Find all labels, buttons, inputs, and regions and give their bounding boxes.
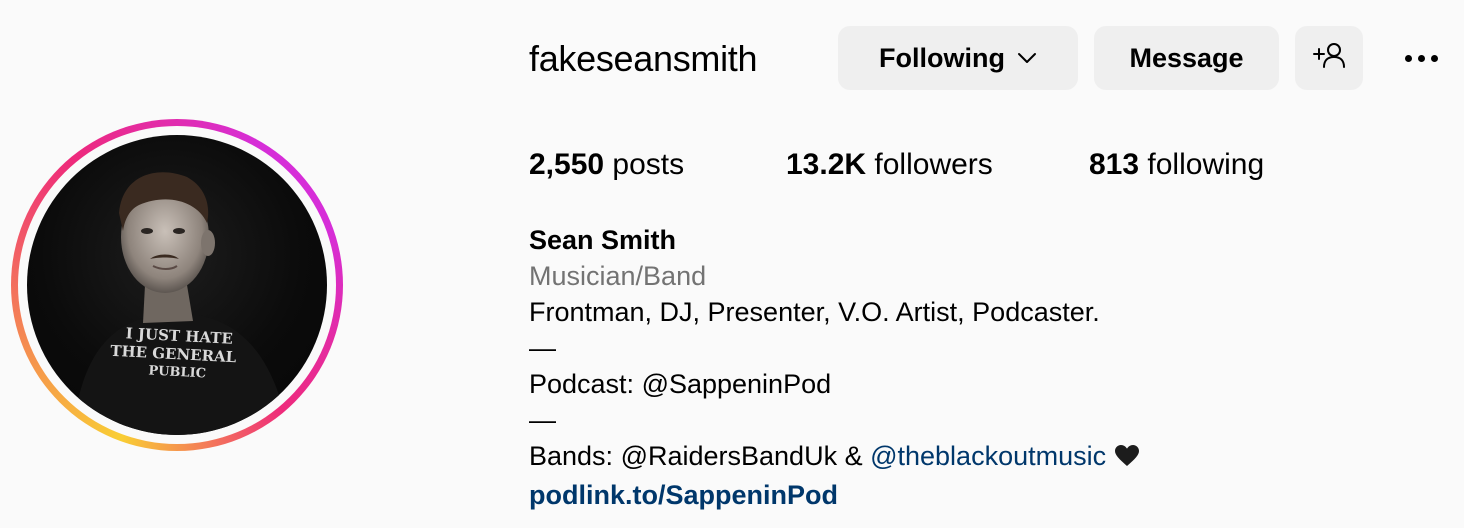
bio-divider: — — [529, 333, 556, 363]
bio-line-podcast: Podcast: @SappeninPod — [529, 366, 1140, 402]
following-label: following — [1147, 148, 1265, 181]
avatar: I JUST HATE THE GENERAL PUBLIC — [27, 135, 327, 435]
following-count: 813 — [1089, 148, 1140, 181]
bio-divider: — — [529, 405, 556, 435]
following-link[interactable]: 813 following — [1089, 146, 1264, 184]
bands-joiner: & — [837, 441, 871, 471]
profile-category: Musician/Band — [529, 261, 707, 291]
suggested-accounts-button[interactable] — [1295, 26, 1363, 90]
bio-line-roles: Frontman, DJ, Presenter, V.O. Artist, Po… — [529, 297, 1100, 327]
message-button[interactable]: Message — [1094, 26, 1279, 90]
profile-avatar-story-ring[interactable]: I JUST HATE THE GENERAL PUBLIC — [11, 119, 343, 451]
posts-count-stat: 2,550 posts — [529, 146, 684, 184]
profile-username: fakeseansmith — [529, 38, 758, 79]
person-add-icon — [1312, 41, 1346, 76]
followers-count: 13.2K — [786, 148, 867, 181]
following-button[interactable]: Following — [838, 26, 1078, 90]
raiders-band-mention[interactable]: @RaidersBandUk — [621, 441, 838, 471]
profile-bio: Sean Smith Musician/Band Frontman, DJ, P… — [529, 222, 1140, 513]
black-heart-icon — [1114, 441, 1140, 477]
followers-link[interactable]: 13.2K followers — [786, 146, 993, 184]
more-options-button[interactable] — [1398, 40, 1444, 76]
profile-full-name: Sean Smith — [529, 225, 677, 255]
bio-line-bands: Bands: @RaidersBandUk & @theblackoutmusi… — [529, 438, 1140, 477]
chevron-down-icon — [1017, 52, 1037, 64]
external-link[interactable]: podlink.to/SappeninPod — [529, 477, 1140, 513]
posts-label: posts — [612, 148, 685, 181]
bands-prefix: Bands: — [529, 441, 621, 471]
more-horizontal-icon — [1402, 54, 1441, 62]
message-button-label: Message — [1129, 42, 1244, 73]
podcast-mention[interactable]: @SappeninPod — [642, 369, 832, 399]
profile-page: I JUST HATE THE GENERAL PUBLIC fakeseans… — [0, 0, 1464, 528]
shirt-text-line-3: PUBLIC — [148, 364, 206, 382]
posts-count: 2,550 — [529, 148, 605, 181]
blackout-music-mention[interactable]: @theblackoutmusic — [870, 441, 1106, 471]
avatar-photo-illustration: I JUST HATE THE GENERAL PUBLIC — [72, 172, 289, 435]
podcast-prefix: Podcast: — [529, 369, 642, 399]
avatar-ring-gap: I JUST HATE THE GENERAL PUBLIC — [18, 126, 336, 444]
following-button-label: Following — [879, 42, 1005, 73]
followers-label: followers — [874, 148, 993, 181]
